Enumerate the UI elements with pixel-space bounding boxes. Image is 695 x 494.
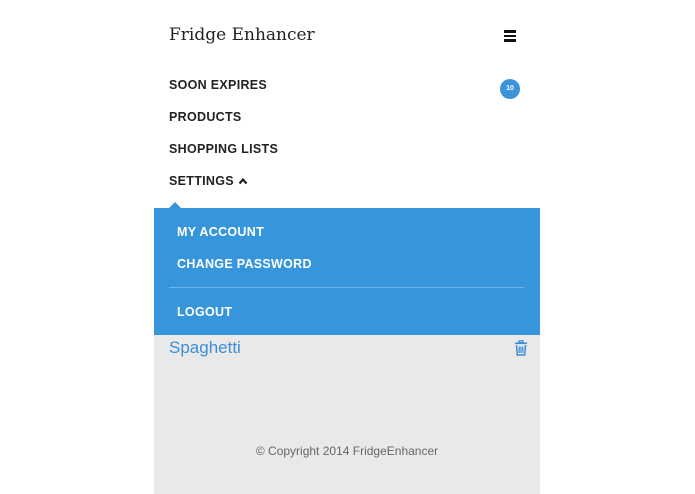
brand-title[interactable]: Fridge Enhancer (169, 25, 315, 45)
menu-item-my-account[interactable]: MY ACCOUNT (177, 225, 264, 239)
nav-item-settings[interactable]: SETTINGS (169, 174, 248, 188)
footer-copyright: © Copyright 2014 FridgeEnhancer (255, 444, 439, 458)
nav-item-shopping-lists[interactable]: SHOPPING LISTS (169, 142, 278, 156)
header: Fridge Enhancer (154, 0, 540, 70)
menu-item-change-password[interactable]: CHANGE PASSWORD (177, 257, 312, 271)
nav-item-label: SETTINGS (169, 174, 234, 188)
soon-expires-count-badge: 10 (500, 79, 520, 99)
product-name-link[interactable]: Spaghetti (169, 338, 241, 358)
hamburger-menu-icon[interactable] (498, 26, 522, 46)
menu-item-logout[interactable]: LOGOUT (177, 305, 232, 319)
nav-item-label: SOON EXPIRES (169, 78, 268, 92)
nav-item-label: SHOPPING LISTS (169, 142, 279, 156)
chevron-up-icon (238, 177, 248, 185)
trash-icon[interactable] (513, 340, 529, 356)
product-list: Spaghetti © Copyright 2014 FridgeEnhance… (154, 335, 540, 494)
menu-divider (169, 287, 524, 288)
nav-item-products[interactable]: PRODUCTS (169, 110, 242, 124)
nav-item-soon-expires[interactable]: SOON EXPIRES (169, 78, 267, 92)
settings-dropdown-menu: MY ACCOUNT CHANGE PASSWORD LOGOUT (154, 202, 540, 335)
nav-item-label: PRODUCTS (169, 110, 242, 124)
dropdown-caret (169, 202, 181, 208)
app-container: Fridge Enhancer SOON EXPIRES 10 PRODUCTS… (154, 0, 540, 494)
